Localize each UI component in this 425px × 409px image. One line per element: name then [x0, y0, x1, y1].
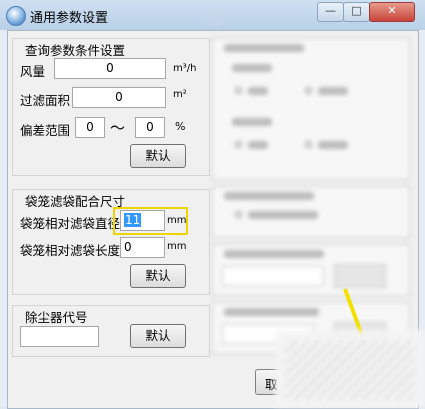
bag-length-unit: mm — [167, 241, 187, 252]
query-params-group-title: 查询参数条件设置 — [23, 40, 128, 59]
blurred-right-panel — [212, 32, 415, 372]
window-title: 通用参数设置 — [30, 11, 109, 26]
filter-area-unit: m² — [173, 89, 187, 100]
bag-diameter-label: 袋笼相对滤袋直径 — [20, 216, 121, 231]
query-default-button[interactable]: 默认 — [130, 144, 186, 168]
air-volume-unit: m³/h — [173, 63, 197, 74]
air-volume-input[interactable]: 0 — [54, 58, 166, 79]
deviation-from-input[interactable]: 0 — [75, 117, 105, 138]
minimize-button[interactable]: — — [317, 2, 344, 22]
bag-default-button[interactable]: 默认 — [130, 264, 186, 288]
bag-length-input[interactable]: 0 — [120, 237, 165, 258]
maximize-button[interactable]: □ — [343, 2, 370, 22]
dust-collector-code-input[interactable] — [20, 326, 99, 347]
bag-diameter-unit: mm — [167, 215, 187, 226]
dust-code-default-button[interactable]: 默认 — [130, 324, 186, 348]
dust-collector-code-title: 除尘器代号 — [23, 307, 90, 326]
air-volume-label: 风量 — [20, 64, 46, 79]
deviation-label: 偏差范围 — [20, 123, 71, 138]
bag-length-label: 袋笼相对滤袋长度 — [20, 243, 121, 258]
watermark-pattern — [285, 340, 415, 400]
blurred-title-icon — [205, 8, 225, 26]
bag-diameter-input[interactable]: 11 — [120, 210, 165, 231]
title-bar: 通用参数设置 — □ ✕ — [0, 0, 425, 30]
bag-fit-group-title: 袋笼滤袋配合尺寸 — [23, 191, 128, 210]
filter-area-input[interactable]: 0 — [72, 87, 166, 108]
filter-area-label: 过滤面积 — [20, 93, 71, 108]
bag-diameter-selected-text: 11 — [124, 213, 142, 227]
app-icon — [6, 6, 26, 26]
settings-window: 通用参数设置 — □ ✕ 查询参数条件设置 风量 0 m³/h 过滤面积 0 m… — [0, 0, 425, 409]
deviation-tilde: ～ — [110, 119, 126, 137]
deviation-unit: % — [175, 120, 186, 133]
close-button[interactable]: ✕ — [369, 2, 415, 22]
deviation-to-input[interactable]: 0 — [135, 117, 165, 138]
